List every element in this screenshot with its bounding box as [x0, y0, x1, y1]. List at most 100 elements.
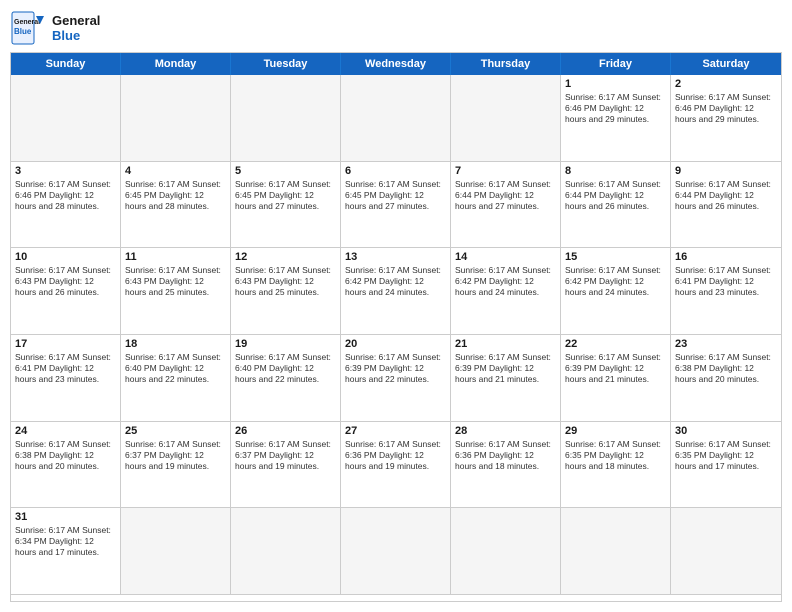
cell-content: Sunrise: 6:17 AM Sunset: 6:46 PM Dayligh…	[15, 179, 116, 212]
date-number: 17	[15, 338, 116, 350]
calendar-cell	[671, 508, 781, 595]
cell-content: Sunrise: 6:17 AM Sunset: 6:41 PM Dayligh…	[15, 352, 116, 385]
day-header-sunday: Sunday	[11, 53, 121, 75]
calendar-cell: 11 Sunrise: 6:17 AM Sunset: 6:43 PM Dayli…	[121, 248, 231, 335]
cell-content: Sunrise: 6:17 AM Sunset: 6:40 PM Dayligh…	[125, 352, 226, 385]
calendar-cell: 26 Sunrise: 6:17 AM Sunset: 6:37 PM Dayli…	[231, 422, 341, 509]
date-number: 12	[235, 251, 336, 263]
calendar-cell: 10Sunrise: 6:17 AM Sunset: 6:43 PM Dayli…	[11, 248, 121, 335]
calendar-cell: 5 Sunrise: 6:17 AM Sunset: 6:45 PM Daylig…	[231, 162, 341, 249]
date-number: 1	[565, 78, 666, 90]
date-number: 20	[345, 338, 446, 350]
cell-content: Sunrise: 6:17 AM Sunset: 6:43 PM Dayligh…	[125, 265, 226, 298]
calendar-cell: 30Sunrise: 6:17 AM Sunset: 6:35 PM Dayli…	[671, 422, 781, 509]
cell-content: Sunrise: 6:17 AM Sunset: 6:45 PM Dayligh…	[235, 179, 336, 212]
svg-text:General: General	[14, 19, 40, 26]
date-number: 14	[455, 251, 556, 263]
calendar-cell: 28 Sunrise: 6:17 AM Sunset: 6:36 PM Dayli…	[451, 422, 561, 509]
date-number: 24	[15, 425, 116, 437]
day-header-friday: Friday	[561, 53, 671, 75]
cell-content: Sunrise: 6:17 AM Sunset: 6:36 PM Dayligh…	[455, 439, 556, 472]
calendar-cell: 15 Sunrise: 6:17 AM Sunset: 6:42 PM Dayli…	[561, 248, 671, 335]
cell-content: Sunrise: 6:17 AM Sunset: 6:45 PM Dayligh…	[125, 179, 226, 212]
calendar-cell: 17 Sunrise: 6:17 AM Sunset: 6:41 PM Dayli…	[11, 335, 121, 422]
cell-content: Sunrise: 6:17 AM Sunset: 6:34 PM Dayligh…	[15, 525, 116, 558]
calendar-cell	[561, 508, 671, 595]
cell-content: Sunrise: 6:17 AM Sunset: 6:42 PM Dayligh…	[455, 265, 556, 298]
day-header-saturday: Saturday	[671, 53, 781, 75]
date-number: 30	[675, 425, 777, 437]
calendar-cell: 24 Sunrise: 6:17 AM Sunset: 6:38 PM Dayli…	[11, 422, 121, 509]
date-number: 26	[235, 425, 336, 437]
calendar-cell: 8Sunrise: 6:17 AM Sunset: 6:44 PM Daylig…	[561, 162, 671, 249]
cell-content: Sunrise: 6:17 AM Sunset: 6:40 PM Dayligh…	[235, 352, 336, 385]
calendar-cell: 19Sunrise: 6:17 AM Sunset: 6:40 PM Dayli…	[231, 335, 341, 422]
day-header-thursday: Thursday	[451, 53, 561, 75]
logo-svg: General Blue	[10, 10, 46, 46]
cell-content: Sunrise: 6:17 AM Sunset: 6:46 PM Dayligh…	[675, 92, 777, 125]
cell-content: Sunrise: 6:17 AM Sunset: 6:36 PM Dayligh…	[345, 439, 446, 472]
cell-content: Sunrise: 6:17 AM Sunset: 6:44 PM Dayligh…	[675, 179, 777, 212]
calendar-cell	[121, 508, 231, 595]
calendar-cell: 14 Sunrise: 6:17 AM Sunset: 6:42 PM Dayli…	[451, 248, 561, 335]
date-number: 2	[675, 78, 777, 90]
calendar-cell: 7Sunrise: 6:17 AM Sunset: 6:44 PM Daylig…	[451, 162, 561, 249]
calendar-cell: 1 Sunrise: 6:17 AM Sunset: 6:46 PM Daylig…	[561, 75, 671, 162]
cell-content: Sunrise: 6:17 AM Sunset: 6:37 PM Dayligh…	[235, 439, 336, 472]
cell-content: Sunrise: 6:17 AM Sunset: 6:42 PM Dayligh…	[565, 265, 666, 298]
date-number: 15	[565, 251, 666, 263]
cell-content: Sunrise: 6:17 AM Sunset: 6:43 PM Dayligh…	[235, 265, 336, 298]
calendar-cell	[341, 508, 451, 595]
calendar-cell: 22Sunrise: 6:17 AM Sunset: 6:39 PM Dayli…	[561, 335, 671, 422]
day-header-wednesday: Wednesday	[341, 53, 451, 75]
date-number: 31	[15, 511, 116, 523]
day-header-monday: Monday	[121, 53, 231, 75]
cell-content: Sunrise: 6:17 AM Sunset: 6:43 PM Dayligh…	[15, 265, 116, 298]
calendar-cell	[231, 508, 341, 595]
calendar-cell: 13Sunrise: 6:17 AM Sunset: 6:42 PM Dayli…	[341, 248, 451, 335]
calendar-cell: 9 Sunrise: 6:17 AM Sunset: 6:44 PM Daylig…	[671, 162, 781, 249]
day-header-tuesday: Tuesday	[231, 53, 341, 75]
calendar-cell: 31 Sunrise: 6:17 AM Sunset: 6:34 PM Dayli…	[11, 508, 121, 595]
header: General Blue General Blue	[10, 10, 782, 46]
calendar-cell	[451, 508, 561, 595]
date-number: 6	[345, 165, 446, 177]
svg-text:Blue: Blue	[14, 27, 32, 36]
date-number: 27	[345, 425, 446, 437]
cell-content: Sunrise: 6:17 AM Sunset: 6:45 PM Dayligh…	[345, 179, 446, 212]
calendar-cell	[341, 75, 451, 162]
date-number: 28	[455, 425, 556, 437]
cell-content: Sunrise: 6:17 AM Sunset: 6:41 PM Dayligh…	[675, 265, 777, 298]
date-number: 9	[675, 165, 777, 177]
date-number: 5	[235, 165, 336, 177]
day-headers: SundayMondayTuesdayWednesdayThursdayFrid…	[11, 53, 781, 75]
logo-general-label: General	[52, 13, 100, 28]
calendar-cell: 16 Sunrise: 6:17 AM Sunset: 6:41 PM Dayli…	[671, 248, 781, 335]
calendar-cell	[121, 75, 231, 162]
cell-content: Sunrise: 6:17 AM Sunset: 6:44 PM Dayligh…	[565, 179, 666, 212]
calendar-cell	[11, 75, 121, 162]
calendar-cell: 29Sunrise: 6:17 AM Sunset: 6:35 PM Dayli…	[561, 422, 671, 509]
page: General Blue General Blue SundayMondayTu…	[0, 0, 792, 612]
cell-content: Sunrise: 6:17 AM Sunset: 6:38 PM Dayligh…	[15, 439, 116, 472]
calendar-cell: 3 Sunrise: 6:17 AM Sunset: 6:46 PM Daylig…	[11, 162, 121, 249]
date-number: 18	[125, 338, 226, 350]
calendar-grid: 1 Sunrise: 6:17 AM Sunset: 6:46 PM Daylig…	[11, 75, 781, 595]
cell-content: Sunrise: 6:17 AM Sunset: 6:35 PM Dayligh…	[565, 439, 666, 472]
cell-content: Sunrise: 6:17 AM Sunset: 6:46 PM Dayligh…	[565, 92, 666, 125]
calendar-cell	[451, 75, 561, 162]
date-number: 3	[15, 165, 116, 177]
date-number: 25	[125, 425, 226, 437]
logo: General Blue General Blue	[10, 10, 100, 46]
calendar-cell: 6 Sunrise: 6:17 AM Sunset: 6:45 PM Daylig…	[341, 162, 451, 249]
calendar-cell: 21Sunrise: 6:17 AM Sunset: 6:39 PM Dayli…	[451, 335, 561, 422]
calendar-cell: 4Sunrise: 6:17 AM Sunset: 6:45 PM Daylig…	[121, 162, 231, 249]
cell-content: Sunrise: 6:17 AM Sunset: 6:38 PM Dayligh…	[675, 352, 777, 385]
cell-content: Sunrise: 6:17 AM Sunset: 6:37 PM Dayligh…	[125, 439, 226, 472]
date-number: 11	[125, 251, 226, 263]
date-number: 16	[675, 251, 777, 263]
date-number: 23	[675, 338, 777, 350]
logo-blue-label: Blue	[52, 28, 100, 43]
calendar-cell: 25 Sunrise: 6:17 AM Sunset: 6:37 PM Dayli…	[121, 422, 231, 509]
calendar-cell: 27 Sunrise: 6:17 AM Sunset: 6:36 PM Dayli…	[341, 422, 451, 509]
